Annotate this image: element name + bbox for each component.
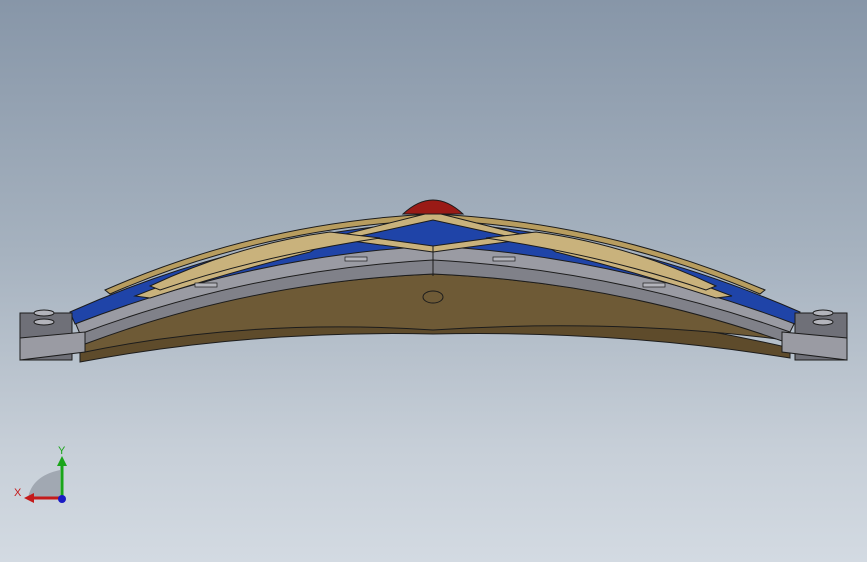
triad-x-label: X	[14, 487, 22, 499]
triad-y-label: Y	[58, 445, 66, 457]
model-red-gem	[401, 199, 465, 215]
triad-y-arrow	[57, 456, 67, 466]
model-center-hole	[422, 290, 444, 304]
model-right-screw	[812, 309, 834, 317]
model-slot	[344, 256, 368, 262]
model-view[interactable]	[0, 0, 867, 562]
triad-z-axis	[58, 495, 66, 503]
graphics-viewport[interactable]: Y X	[0, 0, 867, 562]
model-slot	[194, 282, 218, 288]
model-slot	[492, 256, 516, 262]
model-slot	[642, 282, 666, 288]
model-left-screw-2	[33, 318, 55, 326]
model-left-screw	[33, 309, 55, 317]
orientation-triad[interactable]: Y X	[10, 440, 80, 510]
model-right-screw-2	[812, 318, 834, 326]
